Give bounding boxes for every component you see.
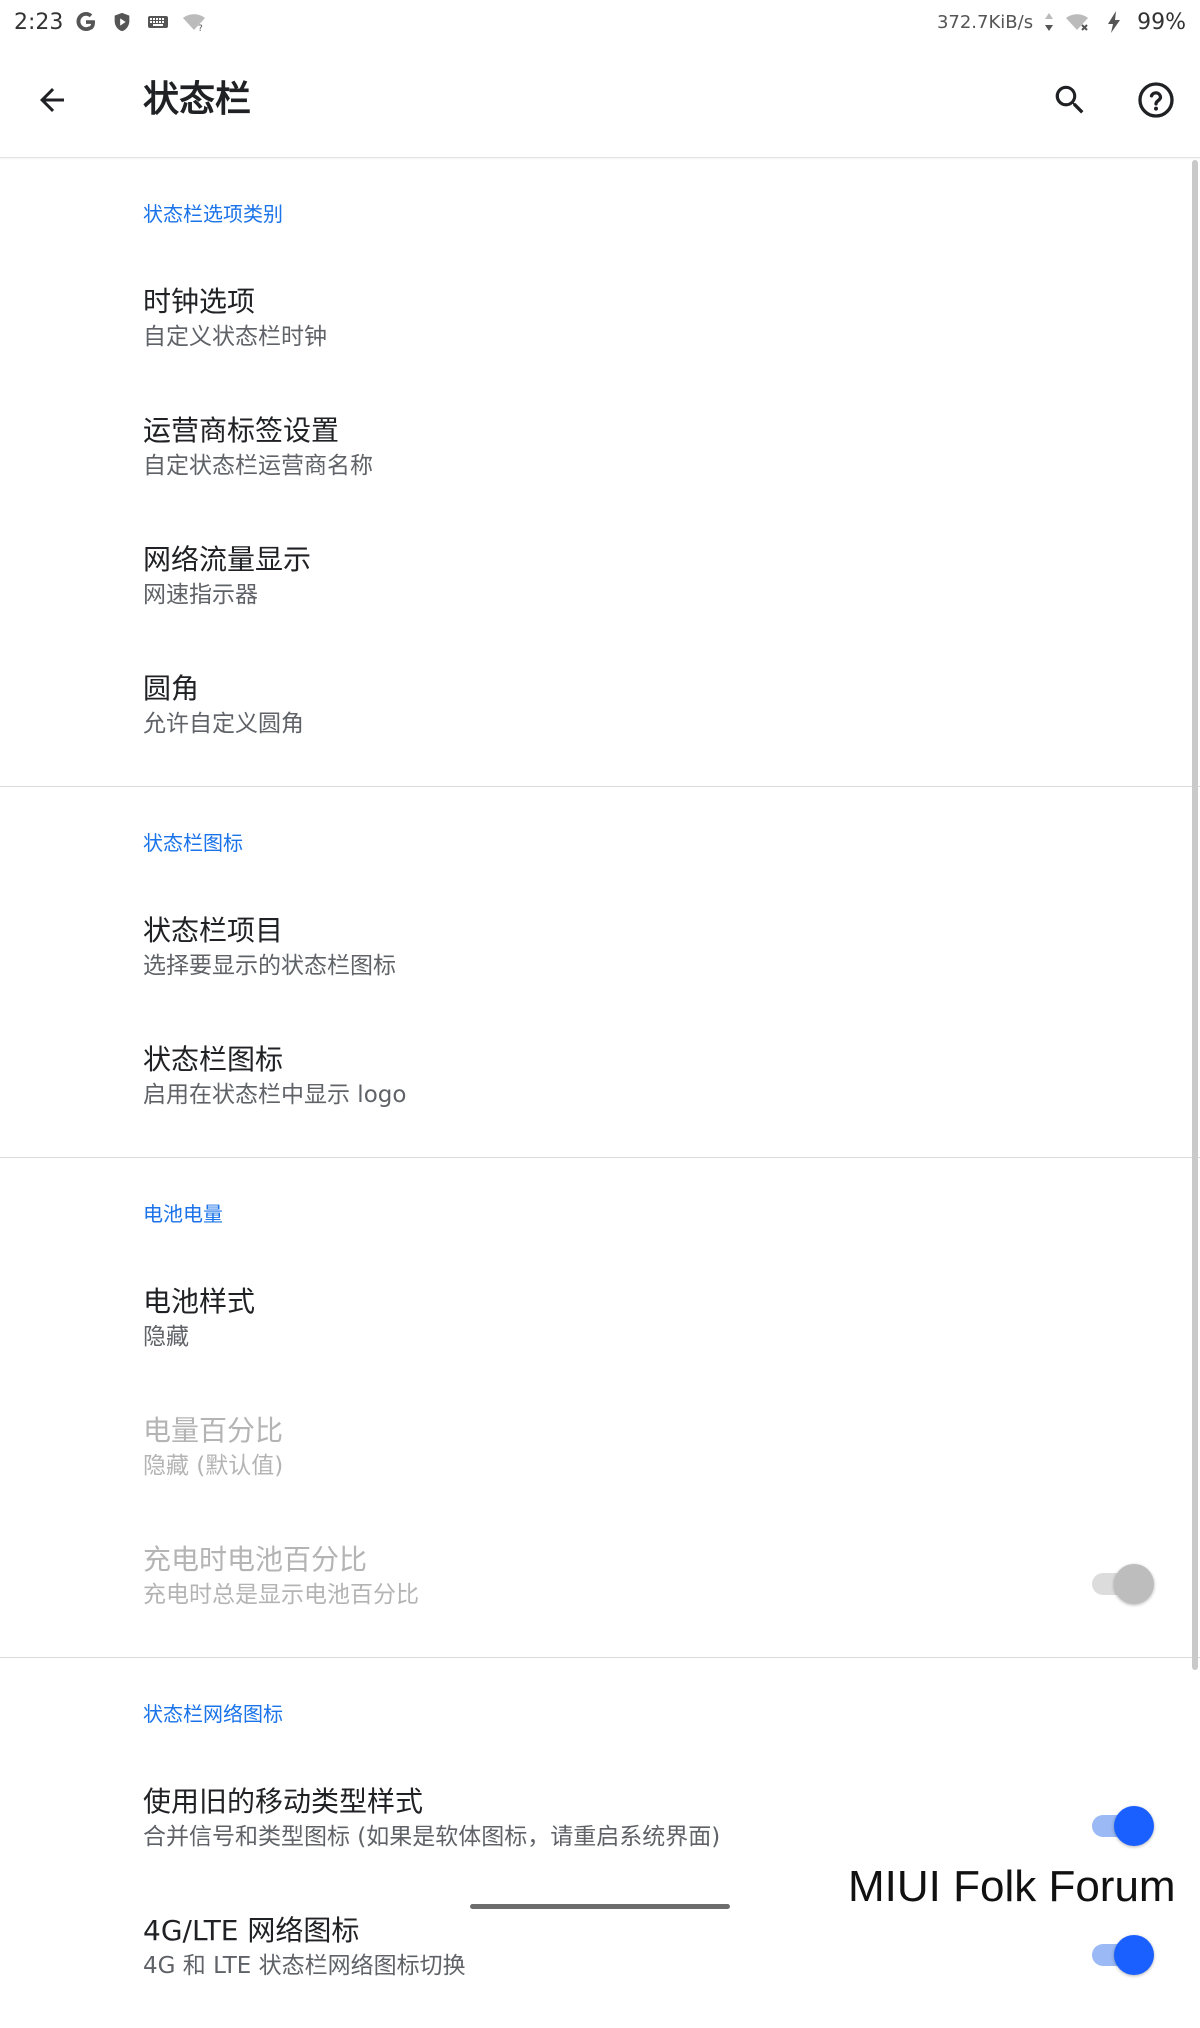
section-header-icons: 状态栏图标 bbox=[143, 831, 243, 855]
pref-clock-options[interactable]: 时钟选项 自定义状态栏时钟 bbox=[0, 270, 1200, 399]
pref-title: 网络流量显示 bbox=[143, 543, 312, 576]
network-speed: 372.7KiB/s bbox=[936, 11, 1034, 33]
pref-summary: 自定状态栏运营商名称 bbox=[143, 453, 373, 479]
pref-summary: 自定义状态栏时钟 bbox=[143, 324, 327, 350]
4g-lte-icon-switch[interactable] bbox=[1092, 1935, 1154, 1975]
pref-summary: 允许自定义圆角 bbox=[143, 711, 304, 737]
back-button[interactable] bbox=[22, 70, 82, 130]
search-button[interactable] bbox=[1040, 70, 1100, 130]
page-title: 状态栏 bbox=[143, 79, 252, 120]
pref-title: 状态栏图标 bbox=[143, 1043, 284, 1076]
pref-title: 使用旧的移动类型样式 bbox=[143, 1785, 424, 1818]
pref-battery-style[interactable]: 电池样式 隐藏 bbox=[0, 1270, 1200, 1399]
pref-title: 运营商标签设置 bbox=[143, 414, 340, 447]
switch-thumb bbox=[1114, 1935, 1154, 1975]
pref-statusbar-items[interactable]: 状态栏项目 选择要显示的状态栏图标 bbox=[0, 899, 1200, 1028]
pref-title: 状态栏项目 bbox=[143, 914, 284, 947]
pref-statusbar-logo[interactable]: 状态栏图标 启用在状态栏中显示 logo bbox=[0, 1028, 1200, 1157]
old-mobile-type-switch[interactable] bbox=[1092, 1806, 1154, 1846]
pref-summary: 网速指示器 bbox=[143, 582, 258, 608]
help-button[interactable] bbox=[1126, 70, 1186, 130]
shield-play-icon bbox=[109, 9, 135, 35]
wifi-x-icon bbox=[1065, 9, 1091, 35]
settings-list: 状态栏选项类别 时钟选项 自定义状态栏时钟 运营商标签设置 自定状态栏运营商名称… bbox=[0, 158, 1200, 2028]
status-bar: 2:23 ? 372.7KiB/s 99% bbox=[0, 0, 1200, 44]
pref-summary: 4G 和 LTE 状态栏网络图标切换 bbox=[143, 1953, 466, 1979]
data-arrows-icon bbox=[1043, 9, 1055, 35]
pref-summary: 启用在状态栏中显示 logo bbox=[143, 1082, 407, 1108]
charging-percent-switch bbox=[1092, 1564, 1154, 1604]
pref-summary: 隐藏 bbox=[143, 1324, 189, 1350]
status-time: 2:23 bbox=[14, 9, 64, 35]
status-left: 2:23 ? bbox=[14, 9, 207, 35]
pref-summary: 合并信号和类型图标 (如果是软体图标，请重启系统界面) bbox=[143, 1824, 721, 1850]
pref-rounded-corners[interactable]: 圆角 允许自定义圆角 bbox=[0, 657, 1200, 786]
status-right: 372.7KiB/s 99% bbox=[937, 9, 1186, 35]
watermark: MIUI Folk Forum bbox=[848, 1862, 1176, 1911]
battery-percent: 99% bbox=[1137, 9, 1186, 35]
pref-title: 时钟选项 bbox=[143, 285, 256, 318]
pref-summary: 隐藏 (默认值) bbox=[143, 1453, 284, 1479]
help-circle-icon bbox=[1138, 82, 1174, 118]
svg-text:?: ? bbox=[198, 24, 203, 34]
wifi-question-icon: ? bbox=[181, 9, 207, 35]
pref-summary: 选择要显示的状态栏图标 bbox=[143, 953, 396, 979]
app-bar: 状态栏 bbox=[0, 44, 1200, 158]
section-header-network-icons: 状态栏网络图标 bbox=[143, 1702, 283, 1726]
pref-title: 电池样式 bbox=[143, 1285, 256, 1318]
search-icon bbox=[1055, 85, 1084, 114]
scrollbar[interactable] bbox=[1192, 160, 1198, 1670]
pref-battery-percent: 电量百分比 隐藏 (默认值) bbox=[0, 1399, 1200, 1528]
section-header-options: 状态栏选项类别 bbox=[143, 202, 283, 226]
pref-title: 4G/LTE 网络图标 bbox=[143, 1914, 360, 1947]
pref-title: 圆角 bbox=[143, 672, 200, 705]
switch-thumb bbox=[1114, 1806, 1154, 1846]
pref-title: 电量百分比 bbox=[143, 1414, 284, 1447]
charging-bolt-icon bbox=[1101, 9, 1127, 35]
section-header-battery: 电池电量 bbox=[143, 1202, 223, 1226]
pref-summary: 充电时总是显示电池百分比 bbox=[143, 1582, 419, 1608]
pref-carrier-label[interactable]: 运营商标签设置 自定状态栏运营商名称 bbox=[0, 399, 1200, 528]
switch-thumb bbox=[1114, 1564, 1154, 1604]
pref-network-traffic[interactable]: 网络流量显示 网速指示器 bbox=[0, 528, 1200, 657]
gesture-nav-handle[interactable] bbox=[470, 1904, 730, 1909]
google-icon bbox=[73, 9, 99, 35]
keyboard-icon bbox=[145, 9, 171, 35]
pref-charging-percent: 充电时电池百分比 充电时总是显示电池百分比 bbox=[0, 1528, 1200, 1657]
pref-title: 充电时电池百分比 bbox=[143, 1543, 368, 1576]
pref-4g-lte-icon[interactable]: 4G/LTE 网络图标 4G 和 LTE 状态栏网络图标切换 bbox=[0, 1899, 1200, 2028]
arrow-back-icon bbox=[40, 88, 64, 112]
